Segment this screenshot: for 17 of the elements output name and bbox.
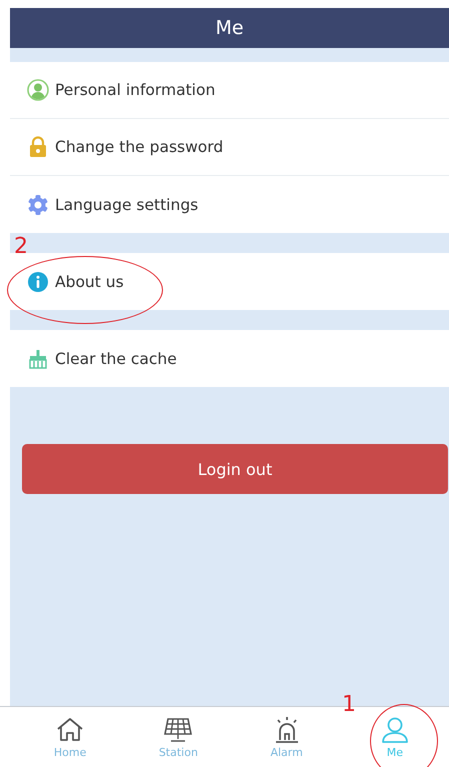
logout-button[interactable]: Login out [22, 444, 448, 494]
menu-item[interactable]: About us [10, 253, 449, 310]
menu-item[interactable]: Language settings [10, 176, 449, 233]
annotation-ellipse [370, 704, 438, 767]
page-title: Me [215, 17, 244, 39]
person-icon [380, 716, 410, 744]
solar-panel-icon [162, 716, 194, 744]
person-icon [27, 79, 49, 101]
home-icon [55, 716, 86, 744]
annotation-number: 1 [342, 694, 356, 716]
info-icon [27, 270, 49, 292]
broom-icon [27, 348, 49, 368]
lock-icon [27, 136, 49, 158]
menu-item[interactable]: Change the password [10, 119, 449, 176]
menu-item[interactable]: Clear the cache [10, 330, 449, 387]
menu-item[interactable]: Personal information [10, 62, 449, 119]
gear-icon [27, 194, 49, 216]
